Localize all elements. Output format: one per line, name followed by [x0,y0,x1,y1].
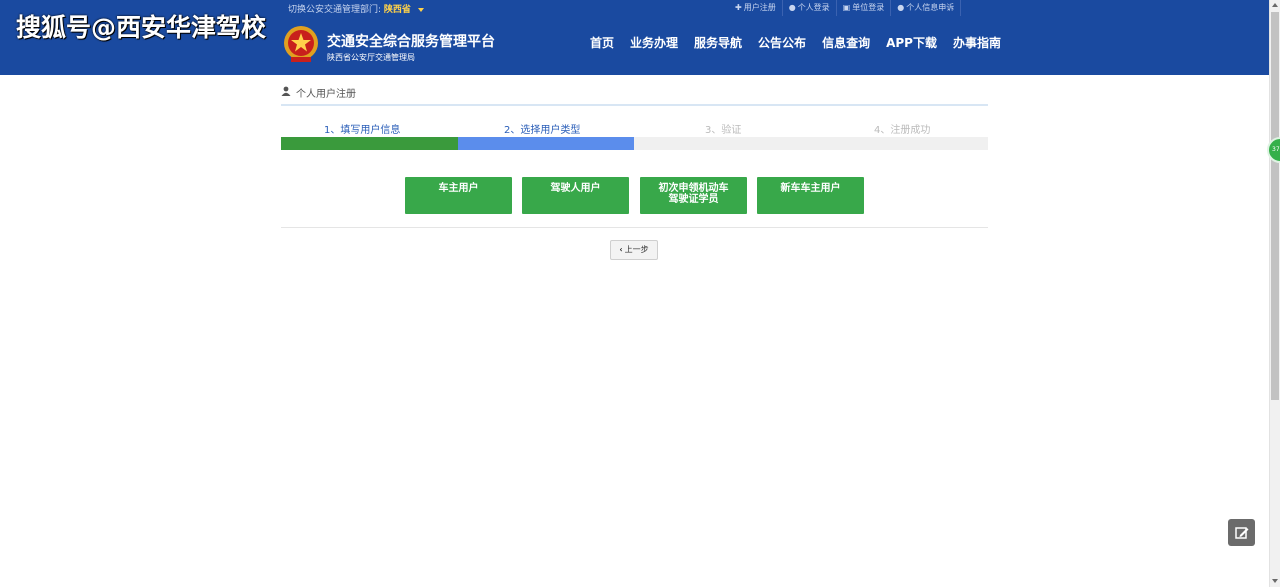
plus-icon: ✚ [735,3,742,12]
divider [281,227,988,228]
user-icon [281,86,291,96]
driver-user-button[interactable]: 驾驶人用户 [522,177,629,214]
step-2-progress [458,137,634,150]
nav-service-guide[interactable]: 服务导航 [694,34,742,51]
scrollbar-thumb[interactable] [1271,12,1279,400]
building-icon: ▣ [842,3,851,12]
vertical-scrollbar[interactable] [1269,0,1280,587]
nav-business[interactable]: 业务办理 [630,34,678,51]
main-nav: 首页 业务办理 服务导航 公告公布 信息查询 APP下载 办事指南 [590,34,1001,51]
chevron-left-icon: ‹ [619,245,623,254]
nav-info-query[interactable]: 信息查询 [822,34,870,51]
caret-down-icon[interactable] [417,7,424,12]
breadcrumb: 个人用户注册 [281,84,988,106]
new-vehicle-owner-button[interactable]: 新车车主用户 [757,177,864,214]
unit-login-link[interactable]: ▣ 单位登录 [835,0,891,16]
user-icon: ● [788,3,796,12]
user-icon: ● [897,3,905,12]
scroll-up-arrow-icon[interactable] [1272,3,1278,7]
register-link[interactable]: ✚ 用户注册 [729,0,782,16]
region-value[interactable]: 陕西省 [384,5,411,15]
region-switcher[interactable]: 切换公安交通管理部门: 陕西省 [288,2,424,15]
first-time-learner-button[interactable]: 初次申领机动车 驾驶证学员 [640,177,747,214]
police-emblem-icon [284,26,318,62]
scroll-down-arrow-icon[interactable] [1272,579,1278,583]
edit-icon [1235,527,1249,539]
step-progress-bar [281,137,988,150]
step-1-progress [281,137,458,150]
nav-guide[interactable]: 办事指南 [953,34,1001,51]
nav-announcements[interactable]: 公告公布 [758,34,806,51]
page-title: 个人用户注册 [296,89,356,100]
step-1-label: 1、填写用户信息 [324,125,401,136]
site-header: 切换公安交通管理部门: 陕西省 ✚ 用户注册 ● 个人登录 ▣ 单位登录 ● 个人信息申… [0,0,1269,75]
feedback-button[interactable] [1228,519,1255,546]
site-subtitle: 陕西省公安厅交通管理局 [327,53,415,62]
nav-home[interactable]: 首页 [590,34,614,51]
step-2-label: 2、选择用户类型 [504,125,581,136]
vehicle-owner-button[interactable]: 车主用户 [405,177,512,214]
region-label: 切换公安交通管理部门: [288,5,382,15]
top-links: ✚ 用户注册 ● 个人登录 ▣ 单位登录 ● 个人信息申诉 [729,0,962,16]
step-3-label: 3、验证 [705,125,742,136]
personal-appeal-link[interactable]: ● 个人信息申诉 [890,0,962,16]
nav-app-download[interactable]: APP下载 [886,34,937,51]
step-labels: 1、填写用户信息 2、选择用户类型 3、验证 4、注册成功 [281,120,988,136]
previous-step-button[interactable]: ‹ 上一步 [610,240,658,260]
watermark: 搜狐号@西安华津驾校 [16,13,267,42]
personal-login-link[interactable]: ● 个人登录 [781,0,836,16]
step-4-label: 4、注册成功 [874,125,931,136]
site-title: 交通安全综合服务管理平台 [327,34,495,50]
